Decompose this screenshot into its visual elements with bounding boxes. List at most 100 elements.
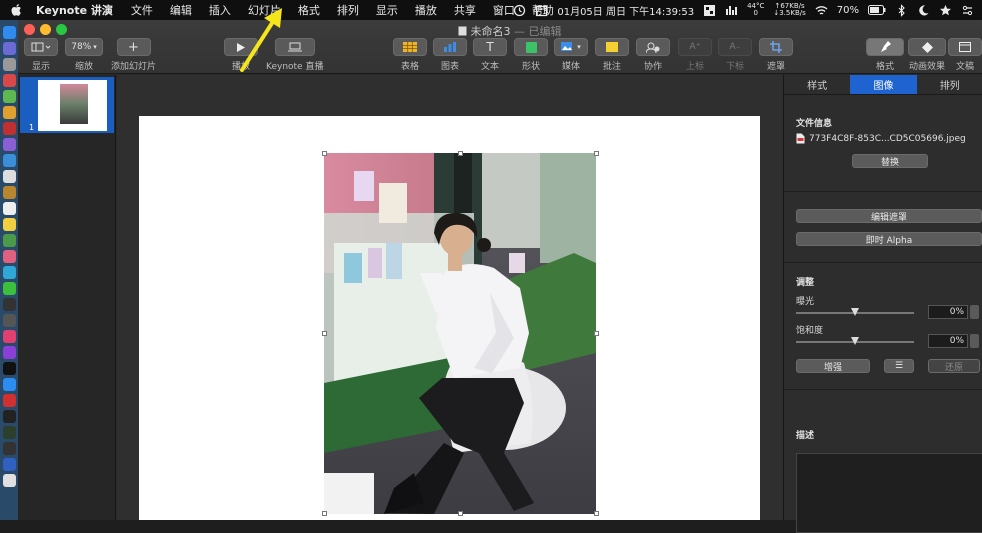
menu-window[interactable]: 窗口	[493, 2, 515, 18]
dock-app-icon[interactable]	[2, 410, 16, 423]
subscript-control[interactable]: A₋ 下标	[718, 38, 752, 72]
wifi-icon[interactable]	[815, 4, 828, 17]
resize-handle-bottom-right[interactable]	[594, 511, 599, 516]
dock-finder-icon[interactable]	[2, 26, 16, 39]
collaborate-control[interactable]: 协作	[636, 38, 670, 72]
animate-button[interactable]	[908, 38, 946, 56]
view-button[interactable]	[24, 38, 58, 56]
comment-control[interactable]: 批注	[595, 38, 629, 72]
exposure-stepper[interactable]	[970, 305, 979, 319]
selected-photo[interactable]	[324, 153, 596, 514]
text-button[interactable]: T	[473, 38, 507, 56]
reset-button[interactable]: 还原	[928, 359, 980, 373]
menu-file[interactable]: 文件	[131, 2, 153, 18]
dock-app-icon[interactable]	[2, 314, 16, 327]
table-button[interactable]	[393, 38, 427, 56]
battery-icon[interactable]	[868, 5, 886, 15]
view-control[interactable]: 显示	[24, 38, 58, 72]
exposure-slider-knob[interactable]	[851, 308, 859, 316]
grid-app-icon[interactable]	[703, 4, 716, 17]
superscript-button[interactable]: A⁺	[678, 38, 712, 56]
dock-podcasts-icon[interactable]	[2, 346, 16, 359]
dock-app-icon[interactable]	[2, 442, 16, 455]
chart-button[interactable]	[433, 38, 467, 56]
format-inspector-control[interactable]: 格式	[866, 38, 904, 72]
saturation-stepper[interactable]	[970, 334, 979, 348]
maximize-button[interactable]	[56, 24, 67, 35]
dock-music-icon[interactable]	[2, 330, 16, 343]
add-slide-control[interactable]: + 添加幻灯片	[111, 38, 156, 72]
dock-app-icon[interactable]	[2, 234, 16, 247]
resize-handle-top-right[interactable]	[594, 151, 599, 156]
temperature-readout[interactable]: 44°C 0	[747, 3, 764, 17]
document-button[interactable]	[948, 38, 982, 56]
enhance-button[interactable]: 增强	[796, 359, 870, 373]
apple-icon[interactable]	[10, 3, 24, 17]
tab-image[interactable]: 图像	[850, 75, 917, 94]
mask-button[interactable]	[759, 38, 793, 56]
table-control[interactable]: 表格	[393, 38, 427, 72]
dock-app-icon[interactable]	[2, 474, 16, 487]
dock-calendar-icon[interactable]	[2, 202, 16, 215]
levels-button[interactable]: ☰	[884, 359, 914, 373]
shape-control[interactable]: 形状	[514, 38, 548, 72]
chart-control[interactable]: 图表	[433, 38, 467, 72]
bluetooth-icon[interactable]	[895, 3, 908, 17]
tab-arrange[interactable]: 排列	[917, 75, 982, 94]
document-inspector-control[interactable]: 文稿	[948, 38, 982, 72]
menu-app-name[interactable]: Keynote 讲演	[36, 2, 113, 18]
slide-thumbnail[interactable]	[38, 80, 107, 131]
tab-style[interactable]: 样式	[784, 75, 850, 94]
media-control[interactable]: ▾ 媒体	[554, 38, 588, 72]
dock-notes-icon[interactable]	[2, 218, 16, 231]
menu-arrange[interactable]: 排列	[337, 2, 359, 18]
resize-handle-top-left[interactable]	[322, 151, 327, 156]
zoom-control[interactable]: 78% ▾ 缩放	[65, 38, 103, 72]
menu-insert[interactable]: 插入	[209, 2, 231, 18]
saturation-field[interactable]: 0%	[928, 334, 968, 348]
media-button[interactable]: ▾	[554, 38, 588, 56]
resize-handle-top[interactable]	[458, 151, 463, 156]
dock-tv-icon[interactable]	[2, 362, 16, 375]
text-control[interactable]: T 文本	[473, 38, 507, 72]
dock-app-icon[interactable]	[2, 394, 16, 407]
subscript-button[interactable]: A₋	[718, 38, 752, 56]
menu-edit[interactable]: 编辑	[170, 2, 192, 18]
dock-app-icon[interactable]	[2, 106, 16, 119]
comment-button[interactable]	[595, 38, 629, 56]
mask-control[interactable]: 遮罩	[759, 38, 793, 72]
dock-wechat-icon[interactable]	[2, 282, 16, 295]
dock-terminal-icon[interactable]	[2, 426, 16, 439]
bars-app-icon[interactable]	[725, 4, 738, 17]
dock-app-icon[interactable]	[2, 186, 16, 199]
slide-thumbnail-selected[interactable]: 1	[20, 77, 114, 133]
resize-handle-left[interactable]	[322, 331, 327, 336]
dock-app-icon[interactable]	[2, 458, 16, 471]
dock-safari-icon[interactable]	[2, 154, 16, 167]
dock-app-icon[interactable]	[2, 170, 16, 183]
dock-app-icon[interactable]	[2, 266, 16, 279]
dock-settings-icon[interactable]	[2, 58, 16, 71]
collaborate-button[interactable]	[636, 38, 670, 56]
slide[interactable]	[139, 116, 760, 520]
close-button[interactable]	[24, 24, 35, 35]
network-speed-readout[interactable]: ↑67KB/s ↓3.5KB/s	[773, 3, 805, 17]
edit-mask-button[interactable]: 编辑遮罩	[796, 209, 982, 223]
slide-canvas[interactable]	[117, 75, 783, 520]
exposure-field[interactable]: 0%	[928, 305, 968, 319]
superscript-control[interactable]: A⁺ 上标	[678, 38, 712, 72]
resize-handle-bottom-left[interactable]	[322, 511, 327, 516]
menu-share[interactable]: 共享	[454, 2, 476, 18]
description-textarea[interactable]	[796, 453, 982, 533]
minimize-button[interactable]	[40, 24, 51, 35]
moon-icon[interactable]	[917, 4, 930, 17]
zoom-select[interactable]: 78% ▾	[65, 38, 103, 56]
resize-handle-bottom[interactable]	[458, 511, 463, 516]
menu-play[interactable]: 播放	[415, 2, 437, 18]
dock-app-icon[interactable]	[2, 74, 16, 87]
datetime-text[interactable]: 01月05日 周日 下午14:39:53	[557, 3, 694, 18]
dock-launchpad-icon[interactable]	[2, 42, 16, 55]
instant-alpha-button[interactable]: 即时 Alpha	[796, 232, 982, 246]
replace-button[interactable]: 替换	[852, 154, 928, 168]
menu-view[interactable]: 显示	[376, 2, 398, 18]
